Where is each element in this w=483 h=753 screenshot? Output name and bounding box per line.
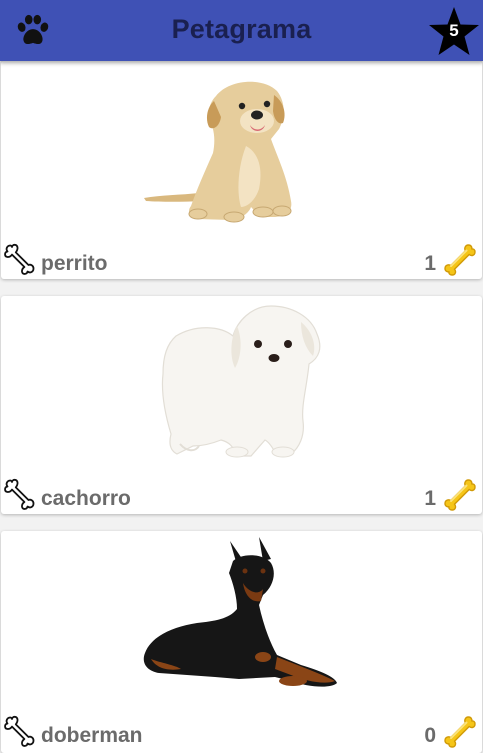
- pet-card: doberman 0: [1, 531, 482, 753]
- pet-card: perrito 1: [1, 61, 482, 279]
- pet-photo: [143, 537, 337, 687]
- like-count: 1: [424, 487, 436, 510]
- pet-photo: [161, 305, 321, 458]
- like-count: 0: [424, 724, 436, 747]
- gold-bone-icon[interactable]: [442, 242, 478, 278]
- bone-outline-icon[interactable]: [1, 714, 37, 750]
- favorites-count-badge: 5: [449, 21, 459, 40]
- pet-list: perrito 1 cachorro 1 doberman 0: [0, 61, 483, 753]
- pet-photo: [144, 81, 292, 223]
- pet-card: cachorro 1: [1, 296, 482, 514]
- bone-outline-icon[interactable]: [1, 242, 37, 278]
- pet-name: perrito: [41, 252, 108, 275]
- gold-bone-icon[interactable]: [442, 477, 478, 513]
- bone-outline-icon[interactable]: [1, 477, 37, 513]
- gold-bone-icon[interactable]: [442, 714, 478, 750]
- page-title: Petagrama: [171, 14, 312, 44]
- pet-name: cachorro: [41, 487, 131, 510]
- pet-name: doberman: [41, 724, 143, 747]
- app-bar: Petagrama 5: [0, 0, 483, 61]
- like-count: 1: [424, 252, 436, 275]
